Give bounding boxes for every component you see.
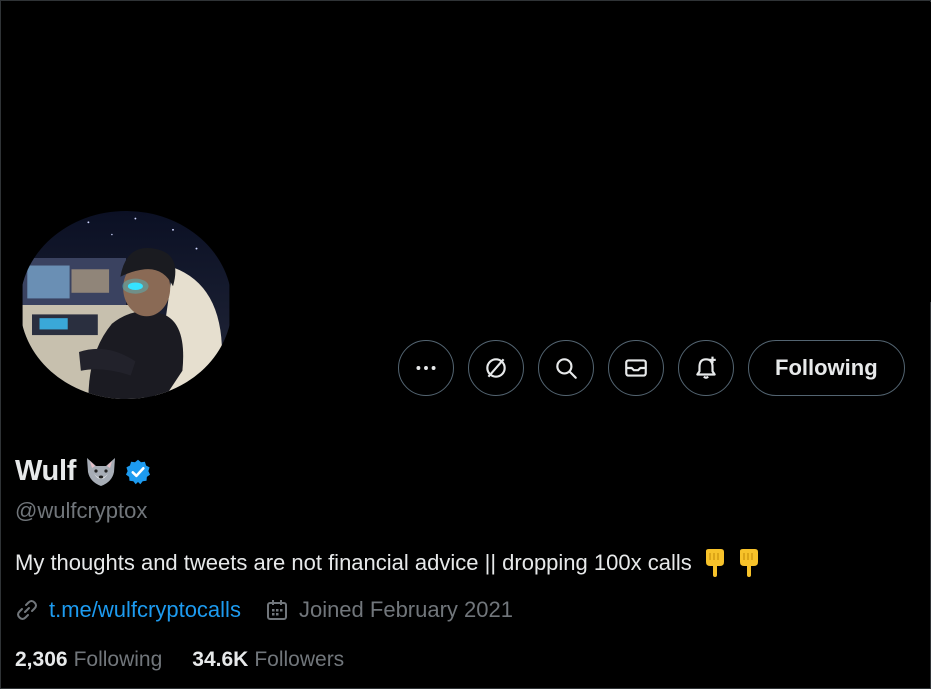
- search-button[interactable]: [538, 340, 594, 396]
- avatar[interactable]: [16, 207, 236, 403]
- user-handle: @wulfcryptox: [15, 498, 148, 523]
- more-horizontal-icon: [416, 366, 436, 370]
- notify-button[interactable]: [678, 340, 734, 396]
- joined-date: Joined February 2021: [298, 597, 513, 622]
- display-name: Wulf: [15, 455, 77, 487]
- grok-icon: [486, 358, 506, 378]
- pointing-down-emoji-icon: [705, 549, 724, 577]
- notification-bell-icon: [696, 356, 716, 379]
- bio-text: My thoughts and tweets are not financial…: [15, 550, 692, 575]
- more-button[interactable]: [398, 340, 454, 396]
- message-icon: [625, 359, 647, 377]
- bio: My thoughts and tweets are not financial…: [15, 548, 762, 578]
- profile-meta: t.me/wulfcryptocalls Joined February 202…: [15, 597, 513, 623]
- following-button[interactable]: Following: [748, 340, 905, 396]
- wolf-face-emoji-icon: [87, 457, 116, 486]
- grok-button[interactable]: [468, 340, 524, 396]
- profile-actions: Following: [398, 340, 905, 396]
- calendar-icon: [266, 600, 287, 620]
- pointing-down-emoji-icon: [739, 549, 758, 577]
- followers-count: 34.6K: [192, 648, 249, 671]
- profile-link[interactable]: t.me/wulfcryptocalls: [49, 597, 241, 623]
- display-name-row: Wulf: [15, 455, 152, 488]
- following-count: 2,306: [15, 648, 68, 671]
- followers-label: Followers: [254, 648, 345, 671]
- avatar-image: [22, 211, 230, 399]
- verified-badge-icon[interactable]: [124, 458, 152, 486]
- profile-frame: Following Wulf @wulfcryptox My thoughts …: [0, 0, 931, 689]
- link-icon: [17, 600, 37, 620]
- following-label: Following: [73, 648, 163, 671]
- message-button[interactable]: [608, 340, 664, 396]
- search-icon: [556, 358, 577, 379]
- following-stat[interactable]: 2,306 Following: [15, 648, 162, 672]
- followers-stat[interactable]: 34.6K Followers: [192, 648, 344, 672]
- follow-stats: 2,306 Following 34.6K Followers: [15, 648, 344, 672]
